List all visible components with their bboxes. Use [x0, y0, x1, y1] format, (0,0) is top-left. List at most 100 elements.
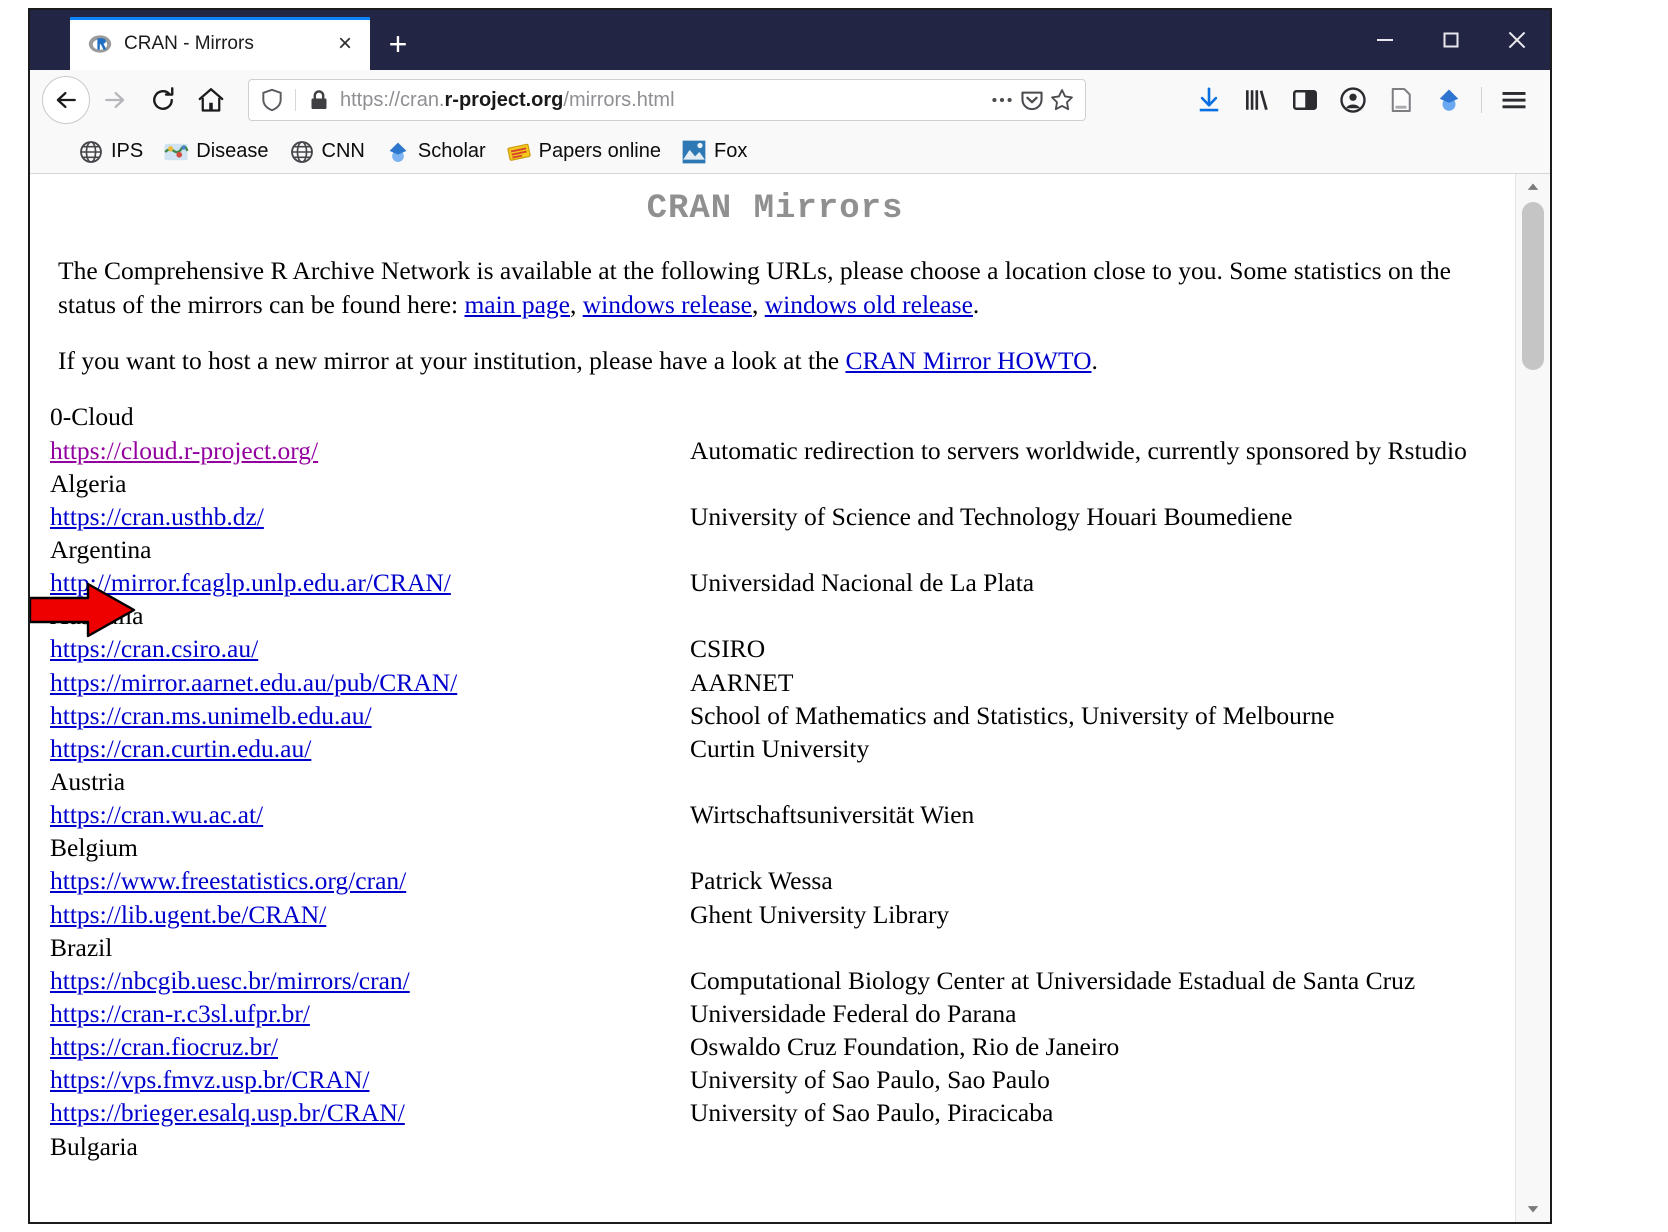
- scroll-up-arrow[interactable]: [1516, 174, 1550, 200]
- sidebar-panel-icon[interactable]: [1281, 77, 1329, 123]
- bookmark-scholar[interactable]: Scholar: [385, 136, 486, 168]
- country-name: Belgium: [50, 833, 138, 863]
- mirror-url-link[interactable]: https://cran.fiocruz.br/: [50, 1032, 278, 1061]
- link-windows-old-release[interactable]: windows old release: [765, 290, 973, 319]
- home-icon[interactable]: [188, 77, 234, 123]
- mirror-url-link[interactable]: https://cran.wu.ac.at/: [50, 800, 263, 829]
- intro-paragraph: The Comprehensive R Archive Network is a…: [50, 254, 1500, 322]
- toolbar-divider: [1481, 87, 1482, 113]
- yellow-papers-icon: [506, 139, 532, 165]
- account-circle-icon[interactable]: [1329, 77, 1377, 123]
- new-tab-button[interactable]: +: [370, 17, 426, 70]
- table-row: https://cran.usthb.dz/University of Scie…: [50, 500, 1500, 533]
- page-document-icon[interactable]: [1377, 77, 1425, 123]
- mirror-url-link[interactable]: https://nbcgib.uesc.br/mirrors/cran/: [50, 966, 410, 995]
- vertical-scrollbar[interactable]: [1515, 174, 1550, 1222]
- mirror-url-cell: https://cran.fiocruz.br/: [50, 1030, 690, 1063]
- mirror-description: Curtin University: [690, 733, 870, 763]
- mirror-url-link[interactable]: https://vps.fmvz.usp.br/CRAN/: [50, 1065, 369, 1094]
- blue-diamond-extension-icon[interactable]: [1425, 77, 1473, 123]
- star-icon[interactable]: [1047, 87, 1077, 113]
- link-cran-mirror-howto[interactable]: CRAN Mirror HOWTO: [845, 346, 1091, 375]
- url-bar[interactable]: https://cran.r-project.org/mirrors.html: [248, 79, 1086, 121]
- mirror-description: CSIRO: [690, 634, 766, 664]
- table-row: https://cran.curtin.edu.au/Curtin Univer…: [50, 732, 1500, 765]
- bookmark-label: Papers online: [538, 140, 661, 162]
- bookmarks-toolbar: IPS Disease CNN Scholar Papers online Fo…: [30, 130, 1550, 174]
- mirror-url-link[interactable]: https://lib.ugent.be/CRAN/: [50, 900, 326, 929]
- link-main-page[interactable]: main page: [464, 290, 570, 319]
- table-row: https://cran.wu.ac.at/Wirtschaftsunivers…: [50, 798, 1500, 831]
- table-row: http://mirror.fcaglp.unlp.edu.ar/CRAN/Un…: [50, 566, 1500, 599]
- bookmark-papers-online[interactable]: Papers online: [506, 136, 661, 168]
- mirror-url-cell: https://lib.ugent.be/CRAN/: [50, 898, 690, 931]
- hamburger-menu-icon[interactable]: [1490, 77, 1538, 123]
- shield-icon[interactable]: [257, 87, 287, 113]
- mirror-url-link[interactable]: https://cran.csiro.au/: [50, 634, 258, 663]
- mirror-description: Universidad Nacional de La Plata: [690, 568, 1035, 598]
- mirror-url-cell: https://www.freestatistics.org/cran/: [50, 864, 690, 897]
- mirror-url-link[interactable]: https://www.freestatistics.org/cran/: [50, 866, 406, 895]
- download-arrow-icon[interactable]: [1185, 77, 1233, 123]
- minimize-button[interactable]: [1352, 10, 1418, 70]
- mirror-description: Patrick Wessa: [690, 866, 833, 896]
- country-name: Brazil: [50, 932, 113, 962]
- close-button[interactable]: [1484, 10, 1550, 70]
- window-controls: [1352, 10, 1550, 70]
- padlock-icon[interactable]: [304, 88, 334, 112]
- country-name: Algeria: [50, 468, 127, 498]
- ellipsis-icon[interactable]: [987, 87, 1017, 113]
- web-page: CRAN Mirrors The Comprehensive R Archive…: [30, 174, 1516, 1222]
- mirror-url-link[interactable]: https://brieger.esalq.usp.br/CRAN/: [50, 1098, 405, 1127]
- bookmark-cnn[interactable]: CNN: [289, 136, 365, 168]
- mirrors-table: 0-Cloud https://cloud.r-project.org/Autom…: [50, 400, 1500, 1162]
- bookmark-ips[interactable]: IPS: [78, 136, 143, 168]
- mirror-url-link[interactable]: https://mirror.aarnet.edu.au/pub/CRAN/: [50, 668, 457, 697]
- mirror-description: Automatic redirection to servers worldwi…: [690, 435, 1467, 465]
- mirror-url-cell: https://brieger.esalq.usp.br/CRAN/: [50, 1096, 690, 1129]
- bookmark-disease[interactable]: Disease: [163, 136, 269, 168]
- country-row: Argentina: [50, 533, 1500, 566]
- table-row: https://cloud.r-project.org/Automatic re…: [50, 434, 1500, 467]
- mirror-url-link[interactable]: http://mirror.fcaglp.unlp.edu.ar/CRAN/: [50, 568, 451, 597]
- blue-diamond-icon: [385, 139, 411, 165]
- mirror-url-cell: https://nbcgib.uesc.br/mirrors/cran/: [50, 964, 690, 997]
- reload-icon[interactable]: [140, 77, 186, 123]
- forward-icon[interactable]: [92, 77, 138, 123]
- table-row: https://brieger.esalq.usp.br/CRAN/Univer…: [50, 1096, 1500, 1129]
- mirror-description: University of Sao Paulo, Sao Paulo: [690, 1065, 1050, 1095]
- mirror-description: University of Science and Technology Hou…: [690, 501, 1293, 531]
- mirror-url-link[interactable]: https://cloud.r-project.org/: [50, 436, 318, 465]
- tab-close-icon[interactable]: ×: [330, 29, 360, 59]
- bookmark-label: CNN: [321, 140, 365, 162]
- bookmark-fox[interactable]: Fox: [681, 136, 747, 168]
- mirror-description: Oswaldo Cruz Foundation, Rio de Janeiro: [690, 1032, 1120, 1062]
- country-row: Belgium: [50, 831, 1500, 864]
- mirror-url-link[interactable]: https://cran.ms.unimelb.edu.au/: [50, 701, 372, 730]
- sep: .: [972, 290, 980, 320]
- country-name: Australia: [50, 601, 144, 631]
- bookmark-label: Disease: [196, 140, 269, 162]
- table-row: https://nbcgib.uesc.br/mirrors/cran/Comp…: [50, 964, 1500, 997]
- mirror-url-link[interactable]: https://cran.curtin.edu.au/: [50, 734, 311, 763]
- country-row: Brazil: [50, 931, 1500, 964]
- pocket-icon[interactable]: [1017, 87, 1047, 113]
- country-row: Algeria: [50, 467, 1500, 500]
- maximize-button[interactable]: [1418, 10, 1484, 70]
- country-name: Austria: [50, 767, 126, 797]
- url-text[interactable]: https://cran.r-project.org/mirrors.html: [334, 89, 987, 112]
- scrollbar-thumb[interactable]: [1522, 202, 1544, 370]
- mirror-url-link[interactable]: https://cran.usthb.dz/: [50, 502, 264, 531]
- tab-title: CRAN - Mirrors: [124, 32, 254, 54]
- link-windows-release[interactable]: windows release: [583, 290, 752, 319]
- mirror-url-cell: https://cran.csiro.au/: [50, 632, 690, 665]
- library-books-icon[interactable]: [1233, 77, 1281, 123]
- back-icon[interactable]: [42, 76, 90, 124]
- mirror-url-link[interactable]: https://cran-r.c3sl.ufpr.br/: [50, 999, 310, 1028]
- mirror-description: Wirtschaftsuniversität Wien: [690, 800, 975, 830]
- scroll-down-arrow[interactable]: [1516, 1196, 1550, 1222]
- table-row: https://cran.csiro.au/CSIRO: [50, 632, 1500, 665]
- country-row: Austria: [50, 765, 1500, 798]
- country-name: Bulgaria: [50, 1131, 138, 1161]
- browser-tab[interactable]: CRAN - Mirrors ×: [70, 17, 370, 70]
